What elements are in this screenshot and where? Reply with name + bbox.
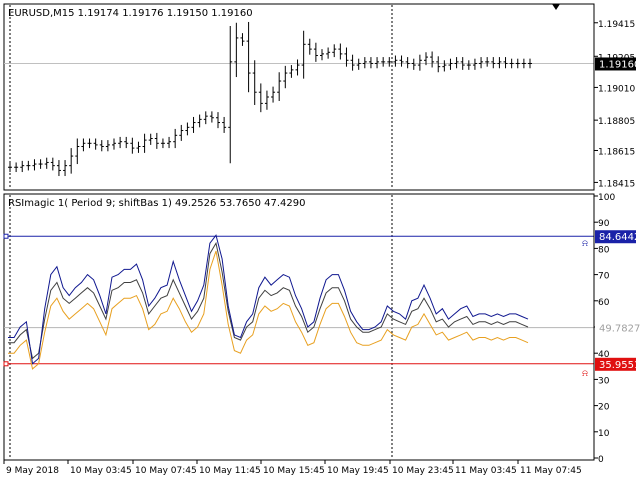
time-tick-label: 10 May 11:45 — [199, 466, 261, 476]
price-tick-label: 1.19415 — [598, 20, 635, 30]
time-tick-label: 10 May 03:45 — [70, 466, 132, 476]
indicator-header: RSImagic 1( Period 9; shiftBas 1) 49.252… — [8, 198, 305, 209]
indicator-tick-label: 60 — [598, 298, 610, 308]
time-tick-label: 10 May 07:45 — [135, 466, 197, 476]
upper-level-tag: 84.6442 — [595, 230, 640, 244]
trading-terminal[interactable]: EURUSD,M15 1.19174 1.19176 1.19150 1.191… — [0, 0, 640, 480]
upper-level-handle[interactable] — [3, 233, 9, 239]
lower-alert-icon[interactable]: ⍾ — [582, 369, 588, 379]
price-chart-window[interactable]: EURUSD,M15 1.19174 1.19176 1.19150 1.191… — [3, 3, 595, 191]
upper-alert-icon[interactable]: ⍾ — [582, 239, 588, 249]
indicator-tick-label: 100 — [598, 193, 615, 203]
indicator-tick-label: 90 — [598, 219, 610, 229]
time-tick-label: 11 May 07:45 — [520, 466, 582, 476]
time-tick-label: 10 May 15:45 — [263, 466, 325, 476]
price-tick-label: 1.18805 — [598, 117, 635, 127]
lower-level-tag: 35.9551 — [595, 357, 640, 371]
indicator-tick-label: 70 — [598, 272, 610, 282]
time-tick-label: 11 May 03:45 — [455, 466, 517, 476]
indicator-tick-label: 20 — [598, 403, 610, 413]
middle-level-tag: 49.7827 — [595, 321, 640, 335]
time-tick-label: 9 May 2018 — [6, 466, 59, 476]
price-tick-label: 1.18415 — [598, 179, 635, 189]
upper-level-label: 84.6442 — [599, 232, 640, 243]
current-price-label: 1.19160 — [599, 59, 640, 70]
lower-level-handle[interactable] — [3, 361, 9, 367]
time-tick-label: 10 May 19:45 — [327, 466, 389, 476]
time-tick-label: 10 May 23:45 — [392, 466, 454, 476]
price-tick-label: 1.19010 — [598, 84, 635, 94]
lower-level-label: 35.9551 — [599, 360, 640, 371]
indicator-tick-label: 10 — [598, 429, 610, 439]
indicator-tick-label: 30 — [598, 376, 610, 386]
price-chart-header: EURUSD,M15 1.19174 1.19176 1.19150 1.191… — [8, 8, 253, 19]
indicator-tick-label: 80 — [598, 245, 610, 255]
price-chart-frame — [3, 3, 595, 191]
indicator-window[interactable]: RSImagic 1( Period 9; shiftBas 1) 49.252… — [3, 193, 595, 461]
middle-level-label: 49.7827 — [599, 324, 640, 335]
indicator-tick-label: 0 — [598, 455, 604, 465]
price-tick-label: 1.18615 — [598, 147, 635, 157]
